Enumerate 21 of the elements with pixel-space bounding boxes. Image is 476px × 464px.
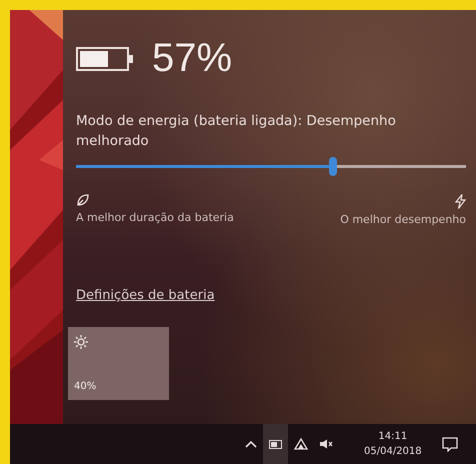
- battery-life-label: A melhor duração da bateria: [76, 211, 234, 224]
- leaf-icon: [76, 194, 89, 207]
- power-mode-label: Modo de energia (bateria ligada): Desempenho melhorado: [76, 112, 397, 151]
- date: 05/04/2018: [364, 445, 422, 459]
- battery-icon: [76, 46, 134, 70]
- tray-battery-button[interactable]: [263, 424, 288, 464]
- battery-percentage: 57%: [152, 36, 232, 81]
- lightning-icon: [455, 194, 466, 209]
- speech-bubble-icon: [442, 436, 458, 452]
- battery-icon: [268, 440, 282, 448]
- slider-thumb[interactable]: [329, 157, 338, 176]
- clock[interactable]: 14:11 05/04/2018: [360, 429, 426, 459]
- speaker-icon: [318, 439, 332, 449]
- network-icon: [294, 438, 308, 450]
- notification-button[interactable]: [442, 436, 458, 452]
- brightness-tile[interactable]: 40%: [68, 327, 169, 400]
- time: 14:11: [378, 430, 408, 444]
- performance-label: O melhor desempenho: [340, 213, 466, 226]
- chevron-up-icon: [244, 440, 256, 448]
- battery-settings-link[interactable]: Definições de bateria: [76, 288, 215, 303]
- sun-icon: [74, 335, 88, 349]
